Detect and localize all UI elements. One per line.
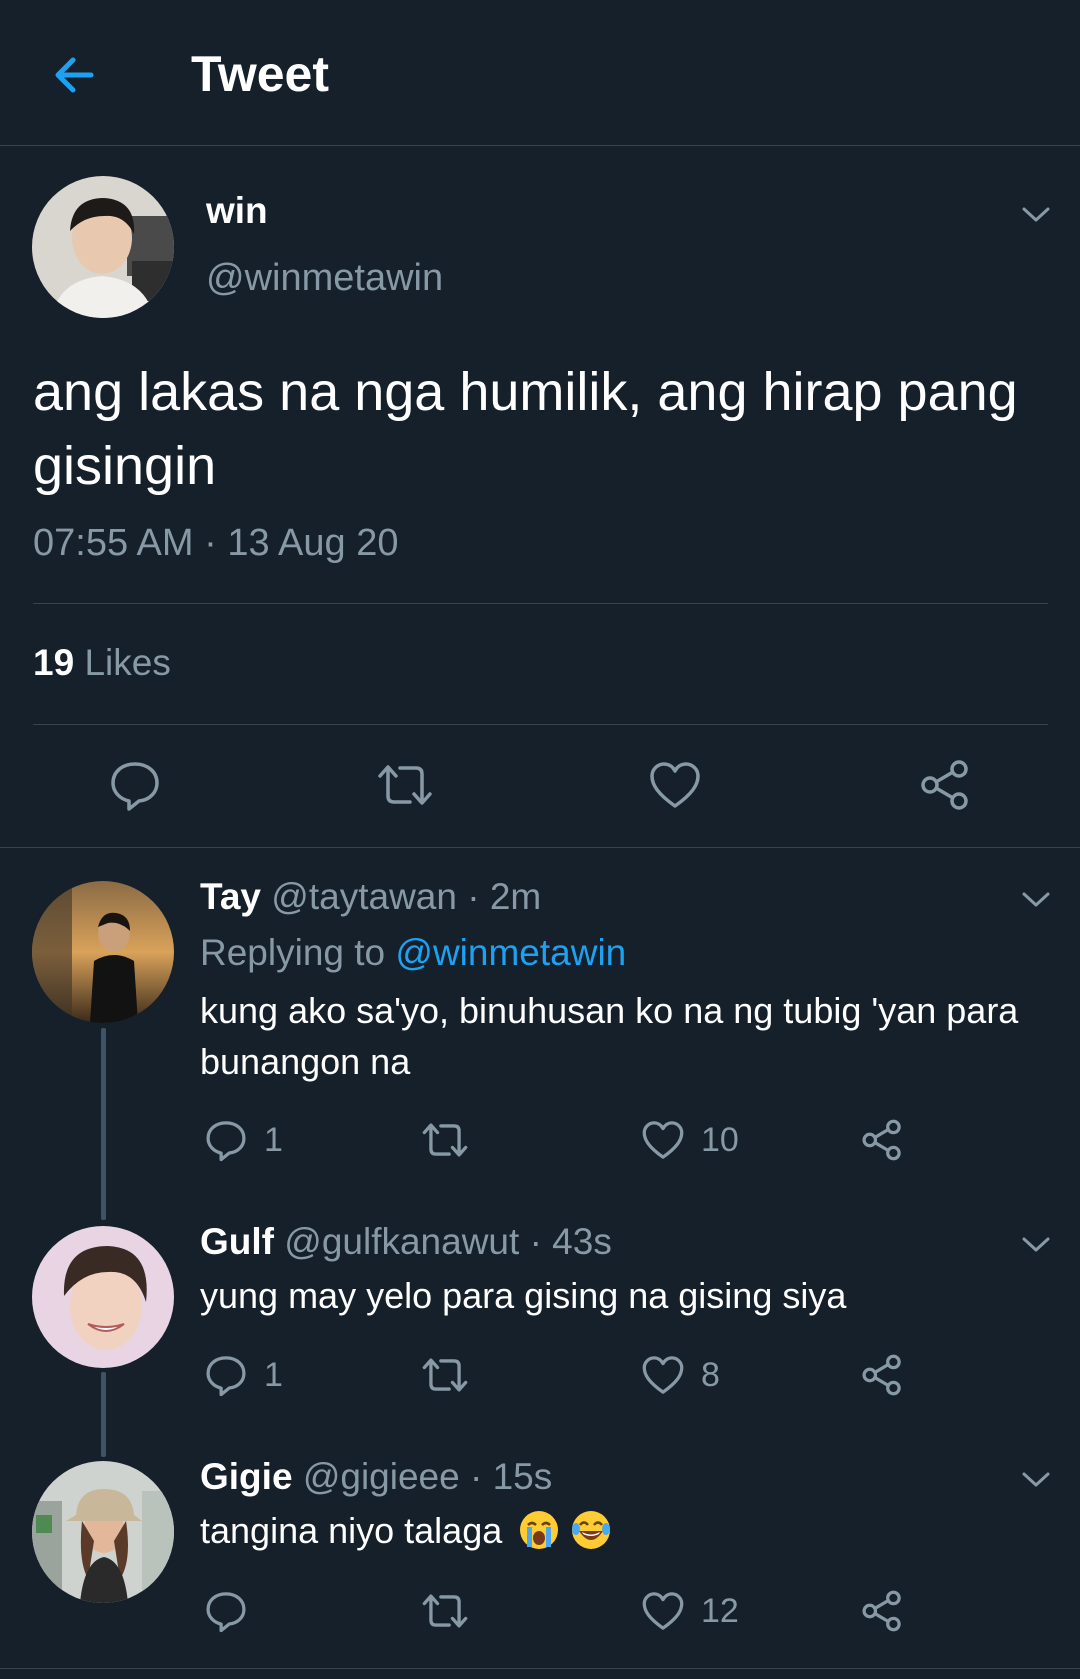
avatar-tay[interactable] (32, 881, 174, 1023)
share-icon (921, 760, 968, 810)
avatar-gigie[interactable] (32, 1461, 174, 1603)
reply-button[interactable]: 1 (204, 1350, 283, 1400)
divider (33, 603, 1048, 604)
reply-options-button[interactable] (1016, 880, 1056, 920)
like-count: 8 (701, 1355, 720, 1394)
back-button[interactable] (44, 45, 104, 105)
share-icon (862, 1590, 901, 1632)
reply-text-container: tangina niyo talaga (200, 1505, 1020, 1556)
reply-button[interactable] (104, 754, 166, 816)
author-handle[interactable]: @winmetawin (206, 257, 443, 300)
reply-header: Gulf @gulfkanawut · 43s (200, 1221, 612, 1263)
avatar-gulf[interactable] (32, 1226, 174, 1368)
reply-header: Tay @taytawan · 2m (200, 876, 541, 918)
chevron-down-icon (1022, 892, 1050, 907)
replying-to-label: Replying to (200, 932, 386, 973)
heart-icon (642, 1592, 684, 1630)
reply-button[interactable] (204, 1586, 264, 1636)
likes-count: 19 (33, 642, 75, 683)
reply-author-handle[interactable]: @taytawan (271, 876, 457, 917)
share-button[interactable] (860, 1350, 904, 1400)
tweet-text: ang lakas na nga humilik, ang hirap pang… (33, 362, 1018, 496)
tweet-options-button[interactable] (1016, 195, 1056, 235)
divider (33, 724, 1048, 725)
reply-header: Gigie @gigieee · 15s (200, 1456, 552, 1498)
chevron-down-icon (1022, 1472, 1050, 1487)
like-button[interactable] (644, 754, 706, 816)
loudly-crying-face-emoji-icon (520, 1511, 559, 1549)
thread-connector (101, 1028, 106, 1220)
share-button[interactable] (914, 754, 976, 816)
retweet-button[interactable] (421, 1115, 469, 1165)
like-count: 10 (701, 1120, 739, 1159)
retweet-icon (422, 1123, 468, 1157)
comment-icon (206, 1592, 246, 1633)
arrow-left-icon (55, 57, 94, 93)
like-button[interactable]: 12 (641, 1586, 739, 1636)
reply-text: yung may yelo para gising na gising siya (200, 1275, 847, 1316)
reply-button[interactable]: 1 (204, 1115, 283, 1165)
reply-time: · 2m (467, 876, 542, 917)
reply-count: 1 (264, 1355, 283, 1394)
reply-author-handle[interactable]: @gulfkanawut (284, 1221, 519, 1262)
share-button[interactable] (860, 1586, 904, 1636)
reply-author-handle[interactable]: @gigieee (303, 1456, 460, 1497)
reply-options-button[interactable] (1016, 1225, 1056, 1265)
heart-icon (642, 1121, 684, 1159)
comment-icon (111, 762, 159, 811)
share-icon (862, 1119, 901, 1161)
avatar-win[interactable] (32, 176, 174, 318)
heart-icon (642, 1356, 684, 1394)
reply-text: kung ako sa'yo, binuhusan ko na ng tubig… (200, 990, 1019, 1082)
reply-author-name[interactable]: Tay (200, 876, 261, 917)
replying-to-handle[interactable]: @winmetawin (395, 932, 626, 973)
comment-icon (206, 1121, 246, 1162)
like-button[interactable]: 10 (641, 1115, 739, 1165)
retweet-button[interactable] (421, 1350, 469, 1400)
page-title: Tweet (191, 46, 329, 102)
reply-text: tangina niyo talaga (200, 1510, 503, 1551)
replying-to: Replying to @winmetawin (200, 932, 626, 974)
like-button[interactable]: 8 (641, 1350, 720, 1400)
likes-stat[interactable]: 19 Likes (33, 642, 171, 684)
reply-author-name[interactable]: Gigie (200, 1456, 293, 1497)
reply-time: · 43s (529, 1221, 612, 1262)
tweet-timestamp: 07:55 AM · 13 Aug 20 (33, 522, 399, 564)
chevron-down-icon (1022, 207, 1050, 222)
reply-count: 1 (264, 1120, 283, 1159)
share-button[interactable] (860, 1115, 904, 1165)
chevron-down-icon (1022, 1237, 1050, 1252)
divider (0, 847, 1080, 848)
retweet-icon (422, 1358, 468, 1392)
likes-label: Likes (84, 642, 171, 683)
reply-author-name[interactable]: Gulf (200, 1221, 274, 1262)
face-with-tears-of-joy-emoji-icon (572, 1511, 611, 1549)
retweet-icon (378, 765, 432, 805)
author-name[interactable]: win (206, 190, 268, 232)
retweet-button[interactable] (421, 1586, 469, 1636)
top-app-bar: Tweet (0, 0, 1080, 146)
like-count: 12 (701, 1591, 739, 1630)
retweet-button[interactable] (374, 754, 436, 816)
reply-options-button[interactable] (1016, 1460, 1056, 1500)
retweet-icon (422, 1594, 468, 1628)
share-icon (862, 1354, 901, 1396)
comment-icon (206, 1356, 246, 1397)
heart-icon (650, 762, 700, 808)
thread-connector (101, 1372, 106, 1457)
reply-time: · 15s (469, 1456, 553, 1497)
divider (0, 1668, 1080, 1669)
